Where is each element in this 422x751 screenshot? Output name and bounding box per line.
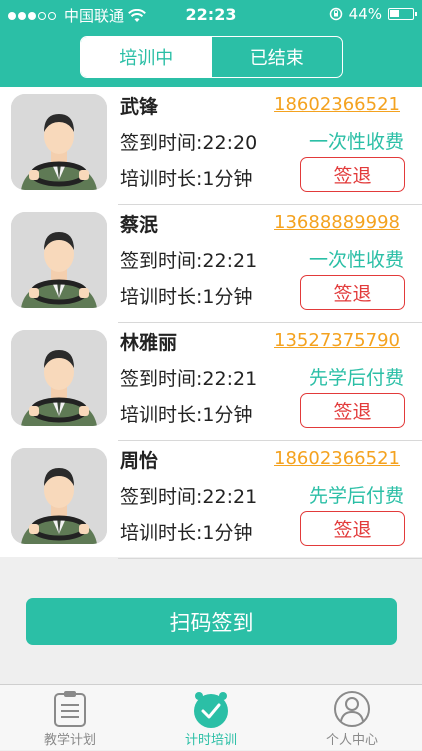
signin-time: 签到时间:22:21 (120, 368, 258, 390)
checkout-button[interactable]: 签退 (300, 157, 405, 192)
status-bar: 中国联通 22:23 44% (0, 0, 422, 30)
list-item[interactable]: 蔡泯 13688889998 签到时间:22:21 一次性收费 培训时长:1分钟… (0, 205, 422, 323)
tab-label: 个人中心 (325, 733, 378, 748)
avatar (11, 94, 107, 190)
training-duration: 培训时长:1分钟 (120, 168, 253, 190)
student-name: 蔡泯 (120, 214, 159, 236)
rotation-lock-icon (329, 7, 342, 21)
list-item[interactable]: 武锋 18602366521 签到时间:22:20 一次性收费 培训时长:1分钟… (0, 87, 422, 205)
training-duration: 培训时长:1分钟 (120, 522, 253, 544)
phone-link[interactable]: 18602366521 (274, 448, 400, 469)
checkout-button[interactable]: 签退 (300, 275, 405, 310)
header: 中国联通 22:23 44% 培训中 已结束 (0, 0, 422, 87)
training-duration: 培训时长:1分钟 (120, 404, 253, 426)
user-icon (334, 691, 370, 727)
tab-label: 教学计划 (43, 733, 96, 748)
battery-percent: 44% (348, 5, 382, 23)
phone-link[interactable]: 18602366521 (274, 94, 400, 115)
avatar (11, 212, 107, 308)
signin-time: 签到时间:22:21 (120, 250, 258, 272)
signin-time: 签到时间:22:21 (120, 486, 258, 508)
fee-type: 先学后付费 (308, 367, 404, 389)
segment-control: 培训中 已结束 (80, 36, 343, 78)
student-name: 周怡 (120, 450, 159, 472)
student-name: 武锋 (120, 96, 159, 118)
divider (118, 558, 422, 559)
checkout-button[interactable]: 签退 (300, 393, 405, 428)
tab-label: 计时培训 (184, 733, 237, 748)
phone-link[interactable]: 13688889998 (274, 212, 400, 233)
signin-time: 签到时间:22:20 (120, 132, 258, 154)
avatar (11, 448, 107, 544)
checkout-button[interactable]: 签退 (300, 511, 405, 546)
fee-type: 一次性收费 (308, 131, 404, 153)
avatar (11, 330, 107, 426)
tab-teaching-plan[interactable]: 教学计划 (0, 685, 140, 751)
phone-link[interactable]: 13527375790 (274, 330, 400, 351)
list-item[interactable]: 林雅丽 13527375790 签到时间:22:21 先学后付费 培训时长:1分… (0, 323, 422, 441)
list-item[interactable]: 周怡 18602366521 签到时间:22:21 先学后付费 培训时长:1分钟… (0, 441, 422, 559)
training-duration: 培训时长:1分钟 (120, 286, 253, 308)
clipboard-icon (54, 691, 86, 727)
battery-icon (388, 8, 417, 20)
tab-bar: 教学计划 计时培训 个人中心 (0, 684, 422, 750)
fee-type: 先学后付费 (308, 485, 404, 507)
tab-timed-training[interactable]: 计时培训 (141, 685, 281, 751)
fee-type: 一次性收费 (308, 249, 404, 271)
tab-in-training[interactable]: 培训中 (81, 37, 212, 77)
student-list: 武锋 18602366521 签到时间:22:20 一次性收费 培训时长:1分钟… (0, 87, 422, 559)
student-name: 林雅丽 (120, 332, 178, 354)
scan-signin-button[interactable]: 扫码签到 (26, 598, 397, 645)
tab-finished[interactable]: 已结束 (212, 37, 343, 77)
alarm-clock-icon (194, 692, 228, 728)
tab-personal-center[interactable]: 个人中心 (282, 685, 422, 751)
